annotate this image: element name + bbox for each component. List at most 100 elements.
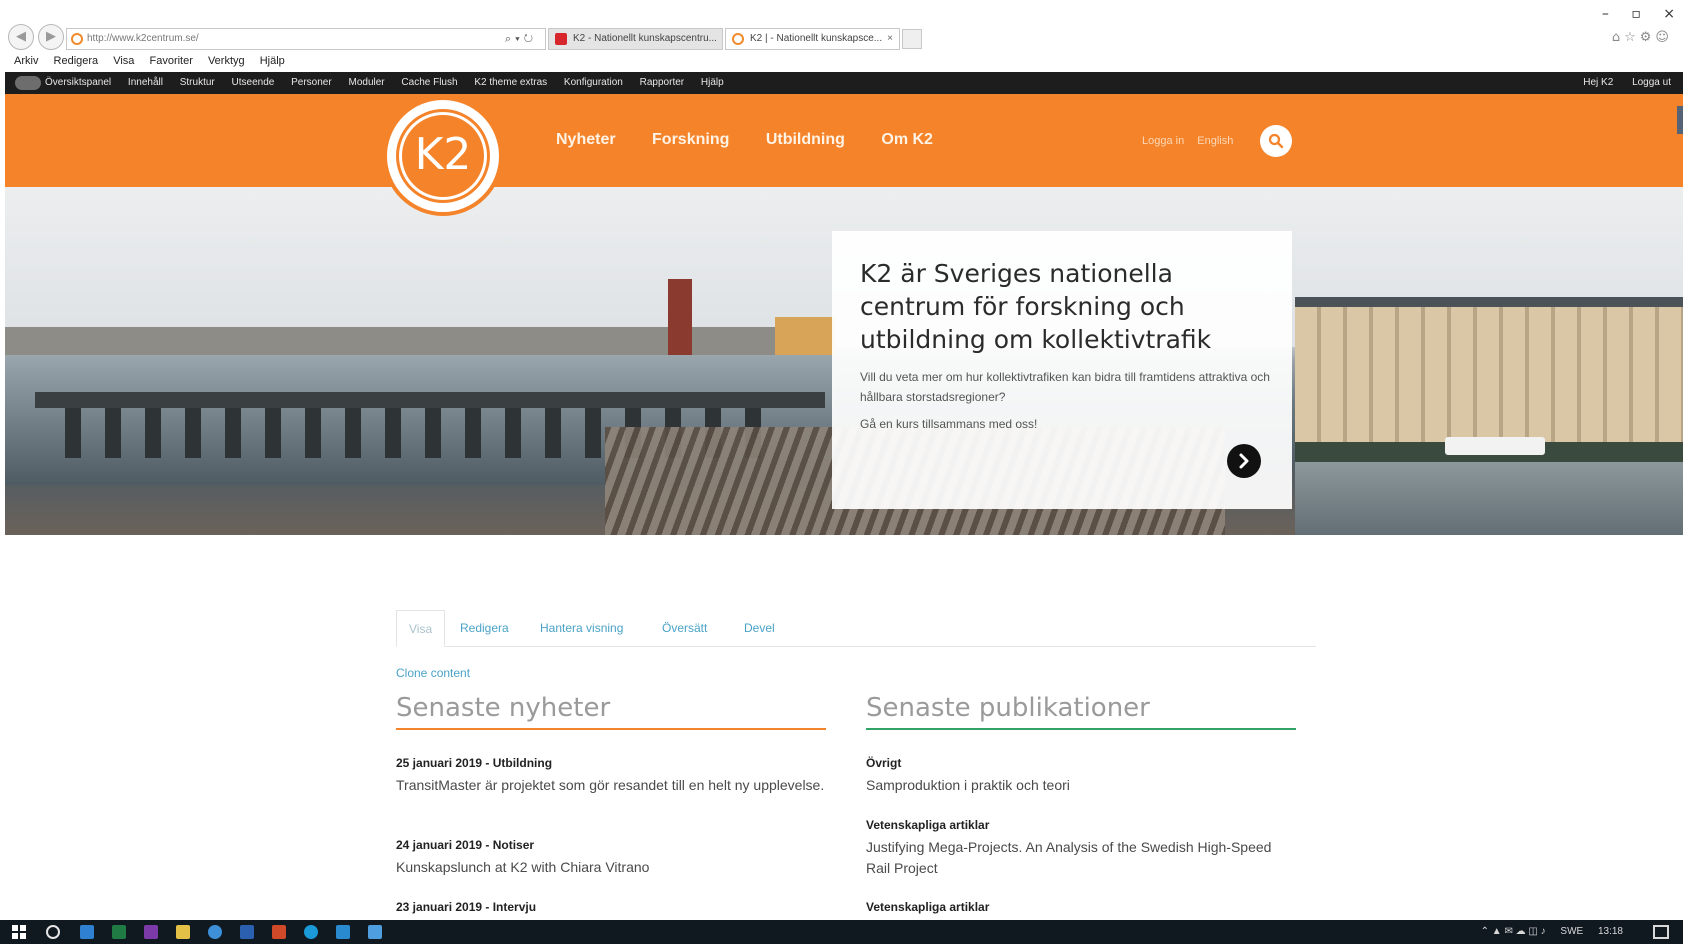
- tab-label: K2 | - Nationellt kunskapsce...: [750, 33, 883, 44]
- menu-item-visa[interactable]: Visa: [113, 55, 134, 67]
- address-bar[interactable]: http://www.k2centrum.se/ ⌕▾↻: [66, 28, 546, 50]
- menu-item-favoriter[interactable]: Favoriter: [149, 55, 192, 67]
- browser-chrome: ◀ ▶ http://www.k2centrum.se/ ⌕▾↻ K2 - Na…: [0, 0, 1683, 67]
- browser-tab-2[interactable]: K2 | - Nationellt kunskapsce... ×: [725, 28, 900, 50]
- tab-visa[interactable]: Visa: [396, 610, 446, 647]
- nav-item-utbildning[interactable]: Utbildning: [766, 131, 845, 148]
- language-link[interactable]: English: [1197, 135, 1233, 147]
- tray-language[interactable]: SWE: [1560, 926, 1583, 937]
- windows-taskbar: ⌃ ▲ ✉ ☁ ◫ ♪ SWE 13:18: [0, 920, 1683, 944]
- nav-item-om-k2[interactable]: Om K2: [881, 131, 933, 148]
- admin-item-konfiguration[interactable]: Konfiguration: [564, 77, 623, 88]
- search-refresh-icon[interactable]: ⌕▾↻: [505, 29, 537, 49]
- outlook-icon[interactable]: [80, 925, 94, 939]
- local-tasks-tabs: Visa Redigera Hantera visning Översätt D…: [396, 610, 1316, 647]
- tab-favicon-icon: [555, 33, 567, 45]
- k2-logo[interactable]: K2: [383, 96, 503, 216]
- word-icon[interactable]: [240, 925, 254, 939]
- admin-item-cache-flush[interactable]: Cache Flush: [401, 77, 457, 88]
- site-favicon-icon: [71, 33, 83, 45]
- windows-start-icon[interactable]: [12, 925, 26, 939]
- tab-close-icon[interactable]: ×: [887, 29, 893, 49]
- window-controls[interactable]: – ▫ ×: [1602, 6, 1675, 22]
- logo-badge: K2: [399, 112, 487, 200]
- notification-center-icon[interactable]: [1653, 925, 1669, 939]
- tab-favicon-icon: [732, 33, 744, 45]
- hero-bridge: [35, 392, 825, 408]
- news-item-desc: TransitMaster är projektet som gör resan…: [396, 777, 825, 793]
- logo-text: K2: [414, 129, 472, 180]
- search-icon: [1268, 133, 1284, 149]
- app-icon[interactable]: [368, 925, 382, 939]
- onenote-icon[interactable]: [144, 925, 158, 939]
- publication-item[interactable]: Övrigt Samproduktion i praktik och teori: [866, 756, 1296, 796]
- edge-icon[interactable]: [304, 925, 318, 939]
- news-item[interactable]: 25 januari 2019 - Utbildning TransitMast…: [396, 756, 826, 796]
- tab-hantera-visning[interactable]: Hantera visning: [540, 610, 623, 647]
- news-item-desc: Kunskapslunch at K2 with Chiara Vitrano: [396, 859, 650, 875]
- admin-item-personer[interactable]: Personer: [291, 77, 332, 88]
- hero-city-hall-tower: [668, 279, 692, 359]
- hero-next-button[interactable]: [1227, 444, 1261, 478]
- forward-button[interactable]: ▶: [38, 24, 64, 50]
- side-feedback-tab[interactable]: [1677, 106, 1683, 134]
- back-button[interactable]: ◀: [8, 24, 34, 50]
- hero-buildings: [1295, 307, 1683, 447]
- publication-item-category: Vetenskapliga artiklar: [866, 900, 990, 914]
- home-star-gear-icon[interactable]: ⌂☆⚙☺: [1612, 30, 1673, 45]
- tab-label: K2 - Nationellt kunskapscentru...: [573, 33, 717, 44]
- news-item[interactable]: 23 januari 2019 - Intervju: [396, 900, 826, 914]
- hero-title: K2 är Sveriges nationella centrum för fo…: [860, 259, 1212, 354]
- menu-item-redigera[interactable]: Redigera: [54, 55, 99, 67]
- menu-item-arkiv[interactable]: Arkiv: [14, 55, 38, 67]
- clone-content-link[interactable]: Clone content: [396, 666, 470, 680]
- menu-item-hjalp[interactable]: Hjälp: [260, 55, 285, 67]
- latest-news-heading: Senaste nyheter: [396, 690, 826, 730]
- admin-home-icon[interactable]: [15, 76, 41, 90]
- admin-toolbar: Översiktspanel Innehåll Struktur Utseend…: [5, 72, 1683, 94]
- publication-item-title: Samproduktion i praktik och teori: [866, 777, 1070, 793]
- hero-skyline: [5, 327, 835, 357]
- publication-item[interactable]: Vetenskapliga artiklar Justifying Mega-P…: [866, 818, 1296, 879]
- excel-icon[interactable]: [112, 925, 126, 939]
- chevron-right-icon: [1239, 453, 1249, 469]
- admin-item-theme-extras[interactable]: K2 theme extras: [474, 77, 547, 88]
- browser-tab-1[interactable]: K2 - Nationellt kunskapscentru...: [548, 28, 723, 50]
- hero-river: [1295, 462, 1683, 535]
- tab-devel[interactable]: Devel: [744, 610, 775, 647]
- address-text: http://www.k2centrum.se/: [87, 33, 199, 44]
- admin-user-menu: Hej K2 Logga ut: [1567, 77, 1671, 88]
- admin-item-rapporter[interactable]: Rapporter: [640, 77, 684, 88]
- news-item-meta: 23 januari 2019 - Intervju: [396, 900, 537, 914]
- tab-redigera[interactable]: Redigera: [460, 610, 509, 647]
- login-link[interactable]: Logga in: [1142, 135, 1184, 147]
- tray-icons[interactable]: ⌃ ▲ ✉ ☁ ◫ ♪: [1481, 926, 1546, 937]
- file-explorer-icon[interactable]: [176, 925, 190, 939]
- admin-item-struktur[interactable]: Struktur: [180, 77, 215, 88]
- menu-item-verktyg[interactable]: Verktyg: [208, 55, 245, 67]
- admin-item-moduler[interactable]: Moduler: [348, 77, 384, 88]
- news-item-meta: 24 januari 2019 - Notiser: [396, 838, 535, 852]
- news-item-meta: 25 januari 2019 - Utbildning: [396, 756, 553, 770]
- admin-item-utseende[interactable]: Utseende: [232, 77, 275, 88]
- publication-item[interactable]: Vetenskapliga artiklar: [866, 900, 1296, 914]
- admin-item-innehall[interactable]: Innehåll: [128, 77, 163, 88]
- skype-icon[interactable]: [336, 925, 350, 939]
- admin-item-hjalp[interactable]: Hjälp: [701, 77, 724, 88]
- publication-item-category: Vetenskapliga artiklar: [866, 818, 990, 832]
- admin-menu: Översiktspanel Innehåll Struktur Utseend…: [45, 77, 738, 88]
- admin-logout-link[interactable]: Logga ut: [1632, 77, 1671, 88]
- admin-item-oversikt[interactable]: Översiktspanel: [45, 77, 111, 88]
- news-item[interactable]: 24 januari 2019 - Notiser Kunskapslunch …: [396, 838, 826, 878]
- tab-oversatt[interactable]: Översätt: [662, 610, 707, 647]
- search-icon[interactable]: [46, 925, 60, 939]
- new-tab-button[interactable]: [902, 29, 922, 49]
- tray-clock[interactable]: 13:18: [1598, 926, 1623, 937]
- powerpoint-icon[interactable]: [272, 925, 286, 939]
- header-links: Logga in English: [1142, 135, 1243, 147]
- internet-explorer-icon[interactable]: [208, 925, 222, 939]
- search-button[interactable]: [1260, 125, 1292, 157]
- nav-item-nyheter[interactable]: Nyheter: [556, 131, 616, 148]
- nav-item-forskning[interactable]: Forskning: [652, 131, 729, 148]
- admin-greeting[interactable]: Hej K2: [1583, 77, 1613, 88]
